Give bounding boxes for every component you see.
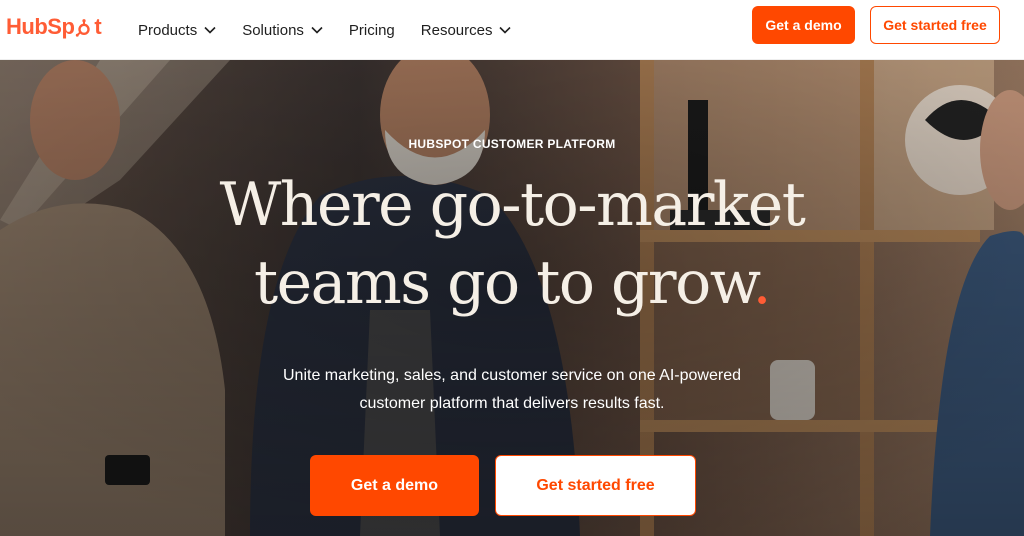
- subcopy-line-1: Unite marketing, sales, and customer ser…: [282, 367, 741, 384]
- hero-get-demo-button[interactable]: Get a demo: [310, 455, 479, 516]
- headline-line-1: Where go-to-market: [219, 170, 806, 240]
- chevron-down-icon: [311, 26, 323, 34]
- nav-item-label: Resources: [420, 21, 493, 39]
- hero-get-started-button[interactable]: Get started free: [495, 455, 696, 516]
- main-nav: Products Solutions Pricing Resources: [138, 0, 512, 60]
- chevron-down-icon: [499, 26, 512, 34]
- nav-item-label: Pricing: [348, 21, 395, 39]
- nav-item-pricing[interactable]: Pricing: [349, 22, 395, 39]
- hubspot-sprocket-icon: [76, 19, 91, 37]
- hero-eyebrow: HUBSPOT CUSTOMER PLATFORM: [408, 137, 616, 151]
- hero-headline: Where go-to-market teams go to grow.: [0, 166, 1024, 322]
- hero-content: HUBSPOT CUSTOMER PLATFORM Where go-to-ma…: [0, 60, 1024, 536]
- nav-item-resources[interactable]: Resources: [421, 22, 512, 39]
- headline-accent-dot: .: [752, 248, 771, 318]
- nav-item-solutions[interactable]: Solutions: [242, 22, 323, 39]
- hero-cta-group: Get a demo Get started free: [310, 455, 696, 516]
- chevron-down-icon: [204, 26, 216, 34]
- logo-text-right: t: [94, 14, 102, 39]
- hero-section: HUBSPOT CUSTOMER PLATFORM Where go-to-ma…: [0, 60, 1024, 536]
- top-navigation: HubSp t Products Solutions Pricing Resou…: [0, 0, 1024, 60]
- nav-item-label: Solutions: [242, 21, 304, 39]
- hubspot-logo[interactable]: HubSp t: [6, 12, 102, 42]
- header-get-demo-button[interactable]: Get a demo: [752, 6, 855, 44]
- headline-line-2-text: teams go to grow: [253, 248, 754, 318]
- logo-text-left: HubSp: [6, 14, 75, 39]
- header-cta-group: Get a demo Get started free: [752, 6, 1000, 44]
- subcopy-line-2: customer platform that delivers results …: [359, 395, 665, 412]
- header-get-started-button[interactable]: Get started free: [870, 6, 1000, 44]
- nav-item-label: Products: [138, 21, 198, 39]
- headline-line-2: teams go to grow.: [0, 244, 1024, 322]
- hero-subcopy: Unite marketing, sales, and customer ser…: [0, 362, 1024, 418]
- nav-item-products[interactable]: Products: [138, 22, 216, 39]
